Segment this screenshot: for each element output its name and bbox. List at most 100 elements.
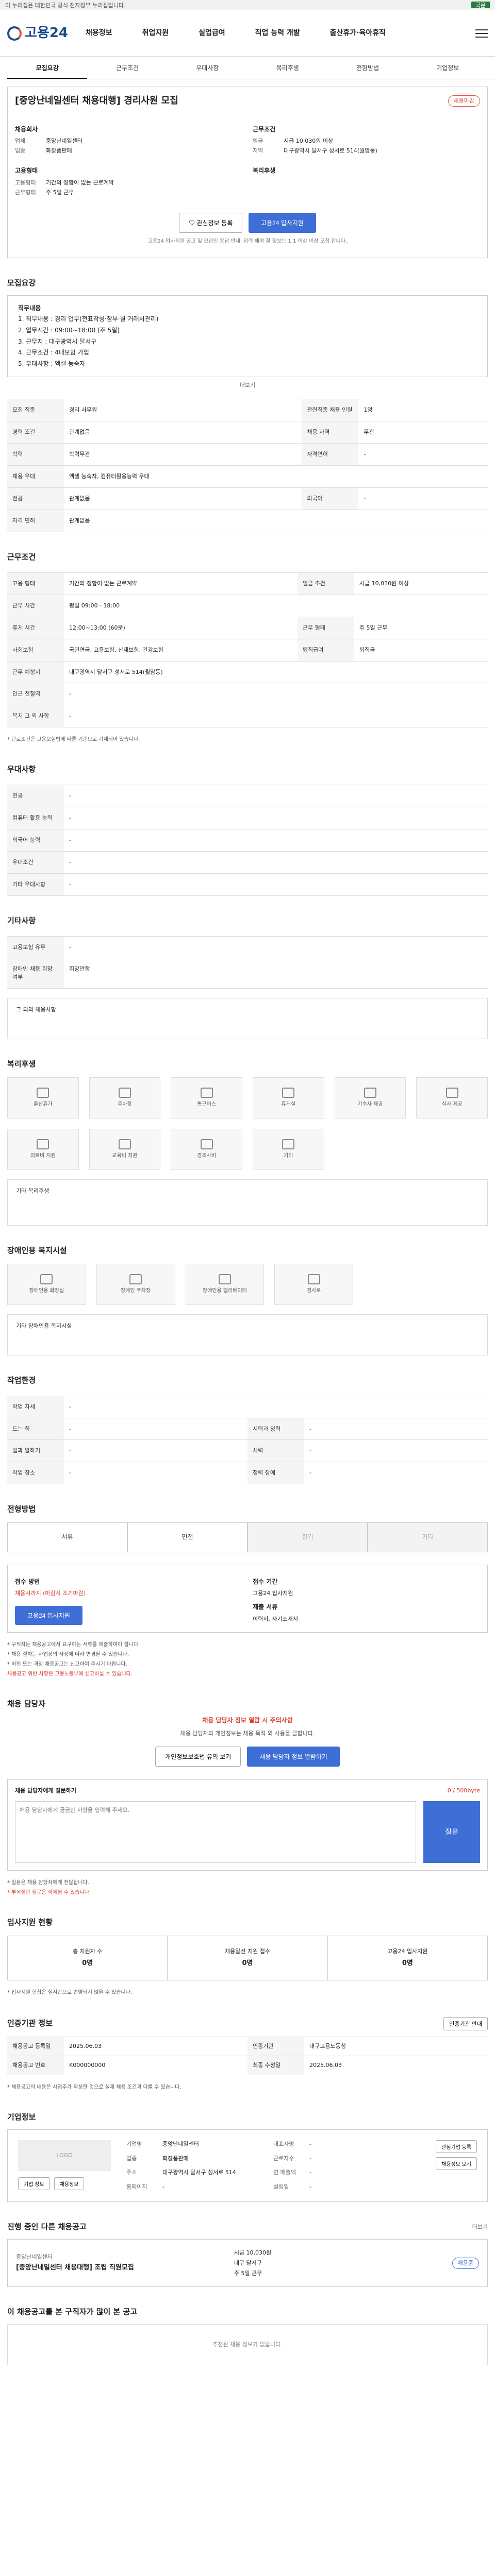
cell-label: 컴퓨터 활용 능력 (7, 807, 64, 829)
language-button[interactable]: 국문 (471, 2, 490, 9)
tab-work[interactable]: 근무조건 (87, 57, 167, 79)
view-company-jobs-button[interactable]: 채용정보 보기 (436, 2157, 477, 2170)
job-summary-card: [중앙난네일센터 채용대행] 경리사원 모집 채용마감 채용회사 업체 중앙난네일… (7, 87, 488, 259)
cell-label: 시력 (248, 1439, 304, 1463)
similar-company: 중앙난네일센터 (16, 2253, 53, 2261)
cell-value: - (358, 443, 488, 466)
welfare-item: 기숙사 제공 (334, 1077, 406, 1119)
similar-title: [중앙난네일센터 채용대행] 조립 직원모집 (16, 2264, 134, 2272)
menu-icon[interactable] (475, 29, 488, 38)
cell-value: 희망안함 (64, 958, 488, 989)
welfare-item: 교육비 지원 (89, 1129, 161, 1171)
welfare-note: 기타 복리후생 (7, 1179, 488, 1226)
save-interest-button[interactable]: ♡ 관심정보 등록 (179, 212, 242, 233)
job-desc-line: 4. 근무조건 : 4대보험 가입 (18, 349, 89, 357)
cell-label: 장애인 채용 희망 여부 (7, 958, 64, 989)
process-notes: * 구직자는 채용공고에서 요구하는 서류를 제출하여야 합니다. * 채용 절… (7, 1640, 488, 1679)
heart-icon: ♡ (189, 219, 197, 227)
step-interview: 면접 (127, 1522, 248, 1553)
cell-label: 근무 시간 (7, 594, 64, 617)
env-table: 작업 자세 - 드는 힘 - 시력과 청력 - 일과 말하기 - 시력 - 작업 장소 - 청력 … (7, 1395, 488, 1485)
tab-process[interactable]: 전형방법 (327, 57, 407, 79)
cell-label: 작업 장소 (7, 1462, 64, 1485)
company-jobs-button[interactable]: 채용정보 (54, 2177, 85, 2190)
process-steps: 서류 면접 필기 기타 (7, 1522, 488, 1553)
welfare-item: 기타 (253, 1129, 324, 1171)
facility-item: 장애인용 엘리베이터 (185, 1263, 265, 1305)
cell-value: 기간의 정함이 없는 근로계약 (64, 572, 298, 595)
apply-button-secondary[interactable]: 고용24 입사지원 (15, 1606, 82, 1625)
more-button[interactable]: 더보기 (7, 381, 488, 389)
work-type-label: 근무형태 (15, 189, 36, 196)
cell-label: 채용 우대 (7, 465, 64, 488)
welfare-icon (282, 1087, 295, 1098)
cell-value: - (64, 851, 488, 874)
work-table: 고용 형태 기간의 정함이 없는 근로계약 임금 조건 시급 10,030원 이상 근… (7, 572, 488, 728)
apply-method-value: 고용24 입사지원 (253, 1590, 293, 1597)
manager-heading: 인증기관 정보 (7, 2019, 53, 2028)
qa-textarea[interactable] (15, 1801, 416, 1863)
section-tabs: 모집요강 근무조건 우대사항 복리후생 전형방법 기업정보 (0, 57, 495, 79)
nav-item-jobs[interactable]: 채용정보 (86, 28, 112, 38)
site-logo[interactable]: 고용24 (7, 24, 68, 43)
gov-banner-text: 이 누리집은 대한민국 공식 전자정부 누리집입니다. (5, 2, 126, 9)
nav-item-support[interactable]: 취업지원 (142, 28, 169, 38)
cell-value: - (64, 1439, 248, 1463)
nav-item-benefits[interactable]: 실업급여 (199, 28, 225, 38)
welfare-icon (37, 1087, 50, 1098)
similar-badge: 채용중 (452, 2257, 479, 2269)
view-contact-button[interactable]: 채용 담당자 정보 열람하기 (247, 1747, 340, 1767)
stat-total: 총 지원자 수 0명 (8, 1936, 168, 1980)
cell-value: - (64, 873, 488, 896)
cell-label: 외국어 (302, 487, 359, 511)
cell-label: 전공 (7, 785, 64, 807)
facility-item: 장애인용 화장실 (7, 1263, 86, 1305)
cell-value: 국민연금, 고용보험, 산재보험, 건강보험 (64, 638, 298, 662)
cell-value: - (358, 487, 488, 511)
pref-table: 전공 - 컴퓨터 활용 능력 - 외국어 능력 - 우대조건 - 기타 우대사항 - (7, 785, 488, 896)
cell-label: 경력 조건 (7, 421, 64, 444)
cell-value: - (64, 1462, 248, 1485)
cell-label: 외국어 능력 (7, 828, 64, 852)
welfare-icon (118, 1087, 131, 1098)
nav-item-leave[interactable]: 출산휴가·육아휴직 (330, 28, 386, 38)
cell-label: 근무 예정지 (7, 660, 64, 684)
welfare-icon (118, 1139, 131, 1149)
recommend-heading: 이 채용공고를 본 구직자가 많이 본 공고 (7, 2307, 138, 2317)
privacy-guide-button[interactable]: 개인정보보호법 유의 보기 (155, 1747, 241, 1767)
cell-label: 일과 말하기 (7, 1439, 64, 1463)
apply-button[interactable]: 고용24 입사지원 (248, 212, 316, 233)
status-heading: 입사지원 현황 (7, 1918, 53, 1927)
tab-company[interactable]: 기업정보 (408, 57, 488, 79)
similar-job-card[interactable]: 중앙난네일센터 [중앙난네일센터 채용대행] 조립 직원모집 시급 10,030… (7, 2239, 488, 2287)
nav-item-training[interactable]: 직업 능력 개발 (255, 28, 300, 38)
cell-value: 12:00~13:00 (60분) (64, 616, 298, 639)
company-label: 업체 (15, 138, 26, 145)
company-details: 기업명 중앙난네일센터 대표자명 - 업종 화장품판매 근로자수 - 주소 대구광역시 달… (126, 2140, 311, 2191)
tab-welfare[interactable]: 복리후생 (248, 57, 327, 79)
disability-heading: 장애인용 복지시설 (7, 1246, 67, 1256)
cell-label: 휴게 시간 (7, 616, 64, 639)
follow-company-button[interactable]: 관심기업 등록 (436, 2140, 477, 2153)
cell-value: 학력무관 (64, 443, 302, 466)
similar-meta: 주 5일 근무 (234, 2269, 262, 2277)
similar-heading: 진행 중인 다른 채용공고 (7, 2222, 87, 2232)
elevator-icon (218, 1274, 231, 1284)
cell-label: 사회보험 (7, 638, 64, 662)
tab-recruit[interactable]: 모집요강 (7, 57, 88, 79)
step-document: 서류 (7, 1522, 127, 1553)
etc-heading: 기타사항 (7, 916, 36, 925)
cell-label: 학력 (7, 443, 64, 466)
cell-label: 자격 면허 (7, 510, 64, 532)
cell-label: 관련직종 채용 인원 (302, 399, 359, 422)
welfare-icon (200, 1087, 213, 1098)
stat-referral: 채용알선 지원 접수 0명 (168, 1936, 328, 1980)
pref-heading: 우대사항 (7, 765, 36, 774)
similar-more-link[interactable]: 더보기 (472, 2223, 488, 2231)
qa-submit-button[interactable]: 질문 (423, 1801, 480, 1863)
tab-pref[interactable]: 우대사항 (168, 57, 248, 79)
company-info-button[interactable]: 기업 정보 (18, 2177, 50, 2190)
agency-guide-button[interactable]: 인증기관 안내 (443, 2016, 488, 2030)
employment-heading: 고용형태 (15, 167, 38, 175)
cell-value: 경리 사무원 (64, 399, 302, 422)
